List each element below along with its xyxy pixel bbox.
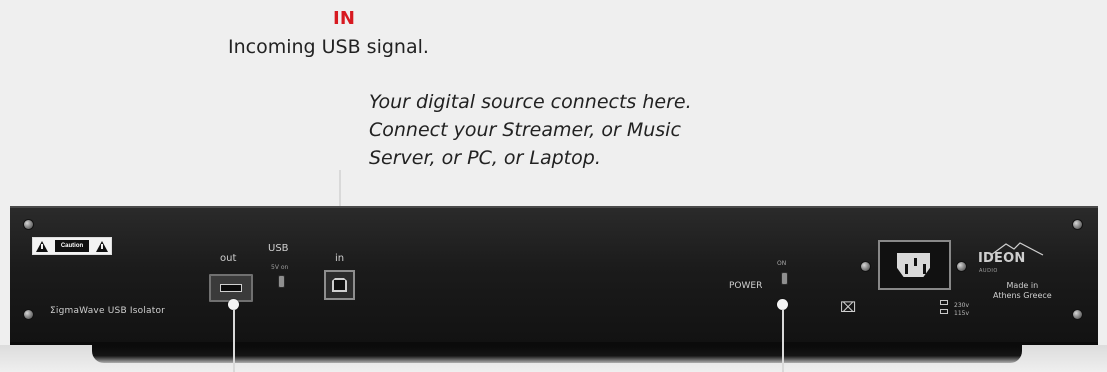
iec-pin-right xyxy=(923,264,926,274)
usb-in-label: in xyxy=(335,253,345,264)
recycle-bin-icon: ⌧ xyxy=(840,299,857,315)
warning-icon xyxy=(96,240,108,252)
source-note: Your digital source connects here. Conne… xyxy=(369,88,789,172)
voltage-230-label: 230v xyxy=(954,302,970,309)
power-label: POWER xyxy=(729,281,763,291)
device-shadow xyxy=(0,345,1107,372)
usb-in-port[interactable] xyxy=(324,270,355,300)
power-switch[interactable] xyxy=(781,272,788,285)
device-top-edge xyxy=(10,206,1098,208)
usb-5v-toggle[interactable] xyxy=(278,275,285,288)
top-left-screw-icon xyxy=(24,220,33,229)
in-label: IN xyxy=(333,8,356,29)
caution-sticker: Caution xyxy=(32,237,112,255)
warning-icon xyxy=(36,240,48,252)
source-note-line-1: Your digital source connects here. xyxy=(369,91,692,113)
voltage-115-label: 115v xyxy=(954,310,970,317)
source-note-line-3: Server, or PC, or Laptop. xyxy=(369,147,601,169)
made-in-line-2: Athens Greece xyxy=(993,291,1052,300)
usb-out-callout-line xyxy=(233,309,235,372)
device-name: ΣigmaWave USB Isolator xyxy=(50,306,166,316)
iec-power-inlet[interactable] xyxy=(878,240,951,290)
power-inlet-left-screw-icon xyxy=(861,262,870,271)
power-on-label: ON xyxy=(777,260,787,267)
iec-pin-left xyxy=(905,264,908,274)
power-inlet-right-screw-icon xyxy=(957,262,966,271)
usb-5v-label: 5V on xyxy=(271,264,289,271)
voltage-selector-icon xyxy=(940,300,950,318)
brand-name: IDEON xyxy=(978,251,1026,266)
power-callout-line xyxy=(782,309,784,372)
usb-isolator-device: Caution ΣigmaWave USB Isolator out USB 5… xyxy=(10,206,1098,345)
brand-subtitle: AUDIO xyxy=(979,268,998,274)
top-right-screw-icon xyxy=(1073,220,1082,229)
bottom-left-screw-icon xyxy=(24,310,33,319)
in-description: Incoming USB signal. xyxy=(228,36,429,58)
made-in-text: Made in Athens Greece xyxy=(993,281,1052,301)
made-in-line-1: Made in xyxy=(1006,281,1039,290)
iec-pin-ground xyxy=(914,258,917,266)
usb-out-label: out xyxy=(220,253,237,264)
caution-box: Caution xyxy=(55,240,89,252)
bottom-right-screw-icon xyxy=(1073,310,1082,319)
usb-label: USB xyxy=(268,243,289,254)
product-diagram: IN Incoming USB signal. Your digital sou… xyxy=(0,0,1107,372)
usb-out-port[interactable] xyxy=(209,274,253,302)
source-note-line-2: Connect your Streamer, or Music xyxy=(369,119,681,141)
